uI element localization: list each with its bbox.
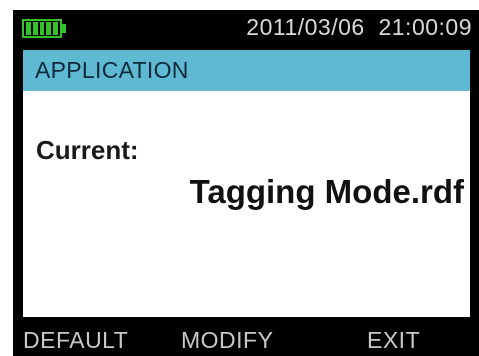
battery-cell <box>32 22 38 35</box>
softkey-bar: DEFAULT MODIFY EXIT <box>13 317 479 356</box>
page-title: APPLICATION <box>35 57 189 83</box>
content-area: Current: Tagging Mode.rdf <box>23 91 470 317</box>
datetime-display: 2011/03/06 21:00:09 <box>246 14 472 40</box>
device-screen: 2011/03/06 21:00:09 APPLICATION Current:… <box>13 10 479 356</box>
device-frame: 2011/03/06 21:00:09 APPLICATION Current:… <box>0 0 479 356</box>
default-softkey[interactable]: DEFAULT <box>23 327 128 354</box>
status-bar: 2011/03/06 21:00:09 <box>13 10 479 46</box>
battery-cell <box>53 22 58 35</box>
exit-softkey[interactable]: EXIT <box>367 327 420 354</box>
title-bar: APPLICATION <box>23 50 470 91</box>
current-file-value: Tagging Mode.rdf <box>189 173 464 210</box>
modify-softkey[interactable]: MODIFY <box>181 327 273 354</box>
battery-cell <box>39 22 45 35</box>
current-label: Current: <box>36 135 139 165</box>
battery-cell <box>26 22 31 35</box>
battery-cell <box>46 22 52 35</box>
battery-tip <box>62 24 66 33</box>
battery-icon <box>22 19 62 38</box>
